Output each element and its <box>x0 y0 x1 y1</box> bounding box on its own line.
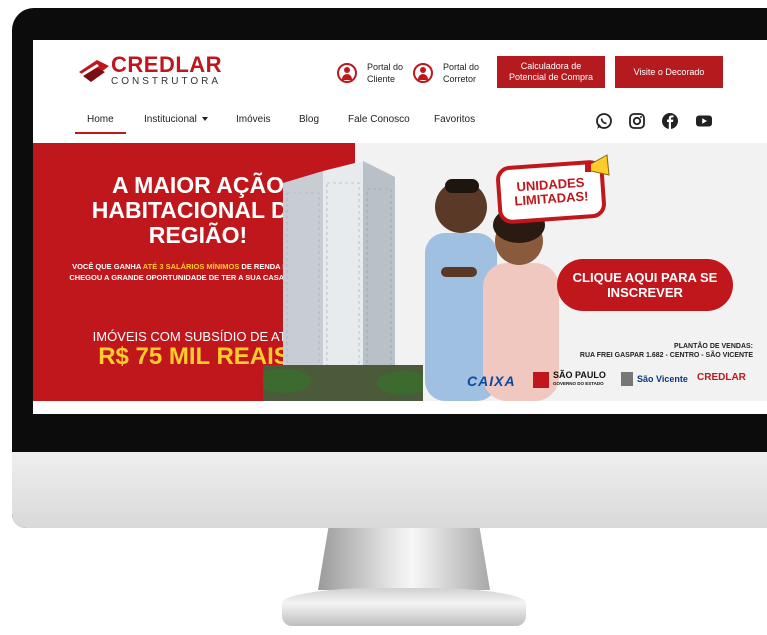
sao-vicente-crest-icon <box>621 372 633 386</box>
hero-banner[interactable]: A MAIOR AÇÃO HABITACIONAL DA REGIÃO! VOC… <box>33 143 767 401</box>
nav-item-imoveis[interactable]: Imóveis <box>236 114 270 125</box>
user-icon <box>337 63 357 83</box>
plantao-title: PLANTÃO DE VENDAS: <box>674 343 753 350</box>
main-nav: Home Institucional Imóveis Blog Fale Con… <box>33 104 767 140</box>
caret-down-icon <box>201 117 208 122</box>
whatsapp-icon[interactable] <box>595 112 613 130</box>
nav-item-home[interactable]: Home <box>75 114 126 134</box>
hero-text-highlight: ATÉ 3 SALÁRIOS MÍNIMOS <box>142 262 240 271</box>
building-image <box>263 161 423 401</box>
monitor-chin <box>12 452 767 528</box>
credlar-logo[interactable]: CREDLAR CONSTRUTORA <box>77 52 227 92</box>
plantao-address: RUA FREI GASPAR 1.682 - CENTRO - SÃO VIC… <box>579 352 753 359</box>
monitor-base <box>282 588 526 626</box>
megaphone-icon <box>585 154 610 176</box>
instagram-icon[interactable] <box>628 112 646 130</box>
nav-item-fale-conosco[interactable]: Fale Conosco <box>348 114 410 125</box>
portal-corretor-label: Portal do Corretor <box>443 62 480 84</box>
nav-item-institucional-label: Institucional <box>144 114 197 125</box>
youtube-icon[interactable] <box>695 112 713 130</box>
user-icon <box>413 63 433 83</box>
nav-item-favoritos[interactable]: Favoritos <box>434 114 475 125</box>
site-header: CREDLAR CONSTRUTORA Portal do Cliente Po… <box>33 40 767 104</box>
portal-cliente-label: Portal do Cliente <box>367 62 404 84</box>
nav-item-institucional[interactable]: Institucional <box>144 114 208 125</box>
credlar-banner-logo: CREDLAR <box>697 372 746 383</box>
portal-corretor-link[interactable]: Portal do Corretor <box>413 58 485 88</box>
hero-text-1: VOCÊ QUE GANHA <box>72 262 143 271</box>
facebook-icon[interactable] <box>661 112 679 130</box>
sp-flag-icon <box>533 372 549 388</box>
sao-paulo-logo-sub: GOVERNO DO ESTADO <box>553 381 604 386</box>
portal-cliente-link[interactable]: Portal do Cliente <box>337 58 409 88</box>
visite-decorado-button[interactable]: Visite o Decorado <box>615 56 723 88</box>
page-bottom <box>33 401 767 414</box>
monitor-neck <box>318 528 490 590</box>
calculadora-button[interactable]: Calculadora de Potencial de Compra <box>497 56 605 88</box>
sao-vicente-logo: São Vicente <box>637 374 688 384</box>
roof-logo-icon <box>79 60 109 82</box>
nav-item-blog[interactable]: Blog <box>299 114 319 125</box>
logo-text: CREDLAR <box>111 52 223 77</box>
logo-subtitle: CONSTRUTORA <box>111 76 222 87</box>
inscrever-cta-button[interactable]: CLIQUE AQUI PARA SE INSCREVER <box>557 259 733 311</box>
plantao-vendas: PLANTÃO DE VENDAS: RUA FREI GASPAR 1.682… <box>569 342 753 360</box>
website-screen: CREDLAR CONSTRUTORA Portal do Cliente Po… <box>33 40 767 414</box>
partner-logos: CAIXA SÃO PAULO GOVERNO DO ESTADO São Vi… <box>463 369 763 393</box>
sao-paulo-logo: SÃO PAULO <box>553 370 606 380</box>
caixa-logo: CAIXA <box>467 373 516 389</box>
